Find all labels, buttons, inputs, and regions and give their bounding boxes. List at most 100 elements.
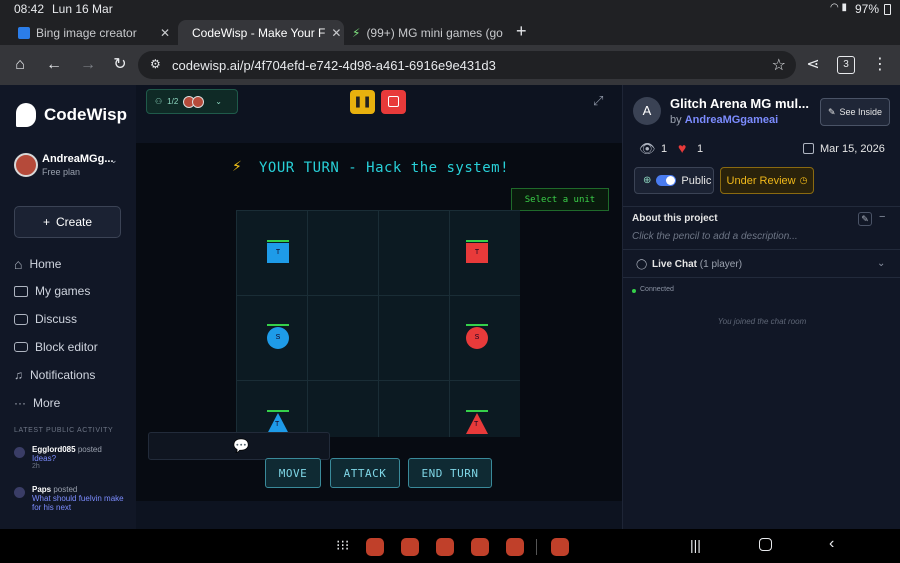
close-icon[interactable]: ✕ <box>160 26 170 40</box>
camera-app-icon[interactable] <box>506 538 524 556</box>
heart-icon[interactable]: ♥ <box>678 140 686 156</box>
new-tab-icon[interactable]: + <box>516 21 527 42</box>
tab-mg-games[interactable]: ⚡ (99+) MG mini games (go ✕ <box>344 20 510 45</box>
activity-item[interactable]: Egglord085 posted Ideas? 2h <box>32 445 132 470</box>
recents-icon[interactable]: ||| <box>690 537 701 553</box>
menu-icon[interactable]: ⋮ <box>870 55 890 75</box>
sidebar-item-block-editor[interactable]: Block editor <box>14 340 98 354</box>
review-status-badge: Under Review ◷ <box>720 167 814 194</box>
live-chat-heading[interactable]: Live Chat (1 player) <box>652 259 742 270</box>
activity-item[interactable]: Paps posted What should fuelvin make for… <box>32 485 132 511</box>
status-bar: 08:42 Lun 16 Mar ◠ ▮ 97% <box>0 0 900 18</box>
move-button[interactable]: MOVE <box>265 458 321 488</box>
address-bar[interactable]: ⚙ codewisp.ai/p/4f704efd-e742-4d98-a461-… <box>138 51 796 79</box>
home-icon[interactable]: ⌂ <box>10 55 30 75</box>
sidebar-item-label: Notifications <box>30 368 96 382</box>
players-indicator[interactable]: ⚇ 1/2 ⌄ <box>146 89 238 114</box>
back-icon[interactable]: ← <box>44 55 64 75</box>
back-nav-icon[interactable]: ‹ <box>829 535 834 553</box>
instagram-app-icon[interactable] <box>551 538 569 556</box>
tab-bing[interactable]: Bing image creator ✕ <box>10 20 178 45</box>
reload-icon[interactable]: ↻ <box>110 55 130 75</box>
chat-status: Connected <box>640 286 674 293</box>
create-label: Create <box>55 215 93 229</box>
create-button[interactable]: + Create <box>14 206 121 238</box>
activity-title[interactable]: Ideas? <box>32 454 132 463</box>
chevron-down-icon[interactable]: ⌄ <box>110 155 118 166</box>
stop-icon <box>388 96 399 107</box>
unit-blue-circle[interactable]: S <box>267 327 289 349</box>
status-date: Lun 16 Mar <box>52 2 113 16</box>
pause-icon: ❚❚ <box>353 96 372 108</box>
avatar[interactable] <box>14 153 38 177</box>
unit-label: T <box>275 421 280 428</box>
sidebar-item-label: Discuss <box>35 312 78 326</box>
speech-bubble-icon: 💬 <box>233 438 250 453</box>
activity-heading: LATEST PUBLIC ACTIVITY <box>14 427 114 434</box>
user-name[interactable]: AndreaMGg... <box>42 153 114 165</box>
battery-icon <box>884 4 891 15</box>
battery-level: 97% <box>855 2 880 16</box>
chat-player-count: (1 player) <box>699 259 743 270</box>
site-settings-icon[interactable]: ⚙ <box>150 57 161 71</box>
pause-button[interactable]: ❚❚ <box>350 90 375 114</box>
connected-dot-icon <box>632 289 636 293</box>
sidebar-item-notifications[interactable]: ♫ Notifications <box>14 368 95 382</box>
chat-overlay[interactable]: 💬 <box>148 432 330 460</box>
tab-codewisp[interactable]: CodeWisp - Make Your F ✕ <box>178 20 344 45</box>
activity-title[interactable]: What should fuelvin make for his next <box>32 494 132 511</box>
see-inside-button[interactable]: ✎ See Inside <box>820 98 890 126</box>
sidebar-item-discuss[interactable]: Discuss <box>14 312 77 326</box>
fullscreen-icon[interactable]: ⤢ <box>593 93 603 109</box>
tab-label: CodeWisp - Make Your F <box>192 25 326 40</box>
activity-user: Paps <box>32 485 52 494</box>
game-board[interactable]: T T S S T T <box>236 210 520 437</box>
attack-button[interactable]: ATTACK <box>330 458 400 488</box>
tab-label: Bing image creator <box>36 25 137 40</box>
sidebar-item-my-games[interactable]: My games <box>14 284 90 298</box>
avatar <box>192 95 205 108</box>
status-time: 08:42 <box>14 2 45 16</box>
lightning-icon: ⚡ <box>232 158 242 174</box>
visibility-toggle[interactable]: ⊕ Public <box>634 167 714 194</box>
hint-box: Select a unit <box>511 188 609 211</box>
edit-description-button[interactable]: ✎ <box>858 212 872 226</box>
unit-blue-square[interactable]: T <box>267 243 289 263</box>
health-bar <box>466 324 488 326</box>
end-turn-button[interactable]: END TURN <box>408 458 492 488</box>
game-canvas[interactable]: ⚡ YOUR TURN - Hack the system! Select a … <box>136 143 622 501</box>
share-icon[interactable]: ⋖ <box>803 55 823 75</box>
see-inside-label: See Inside <box>839 107 883 117</box>
toggle-switch[interactable] <box>656 175 677 186</box>
globe-icon: ⊕ <box>643 175 652 186</box>
clock-icon: ◷ <box>799 175 808 185</box>
flower-app-icon[interactable] <box>401 538 419 556</box>
close-icon[interactable]: ✕ <box>509 26 510 40</box>
settings-app-icon[interactable] <box>366 538 384 556</box>
unit-red-square[interactable]: T <box>466 243 488 263</box>
folder-app-icon[interactable] <box>436 538 454 556</box>
chevron-down-icon[interactable]: ⌄ <box>877 258 885 269</box>
project-byline: by AndreaMGgameai <box>670 114 778 126</box>
app-grid-icon[interactable]: ⁝⁝⁝ <box>336 537 349 554</box>
close-icon[interactable]: ✕ <box>331 26 341 40</box>
home-nav-icon[interactable] <box>759 538 772 551</box>
tab-count[interactable]: 3 <box>837 56 855 74</box>
bookmark-star-icon[interactable]: ☆ <box>772 55 786 75</box>
unit-red-circle[interactable]: S <box>466 327 488 349</box>
messages-app-icon[interactable] <box>471 538 489 556</box>
stop-button[interactable] <box>381 90 406 114</box>
collapse-icon[interactable]: − <box>879 211 885 223</box>
forward-icon[interactable]: → <box>78 55 98 75</box>
players-count: 1/2 <box>167 97 179 106</box>
sidebar-item-more[interactable]: ··· More <box>14 396 60 410</box>
project-avatar: A <box>633 97 661 125</box>
wifi-icon: ◠ ▮ <box>830 2 848 13</box>
sidebar-item-home[interactable]: ⌂ Home <box>14 256 61 272</box>
activity-verb: posted <box>77 445 102 454</box>
pencil-icon: ✎ <box>827 106 836 117</box>
author-link[interactable]: AndreaMGgameai <box>685 114 779 126</box>
bell-icon: ♫ <box>14 368 23 382</box>
sidebar-item-label: More <box>33 396 61 410</box>
browser-toolbar: ⌂ ← → ↻ ⚙ codewisp.ai/p/4f704efd-e742-4d… <box>0 45 900 85</box>
